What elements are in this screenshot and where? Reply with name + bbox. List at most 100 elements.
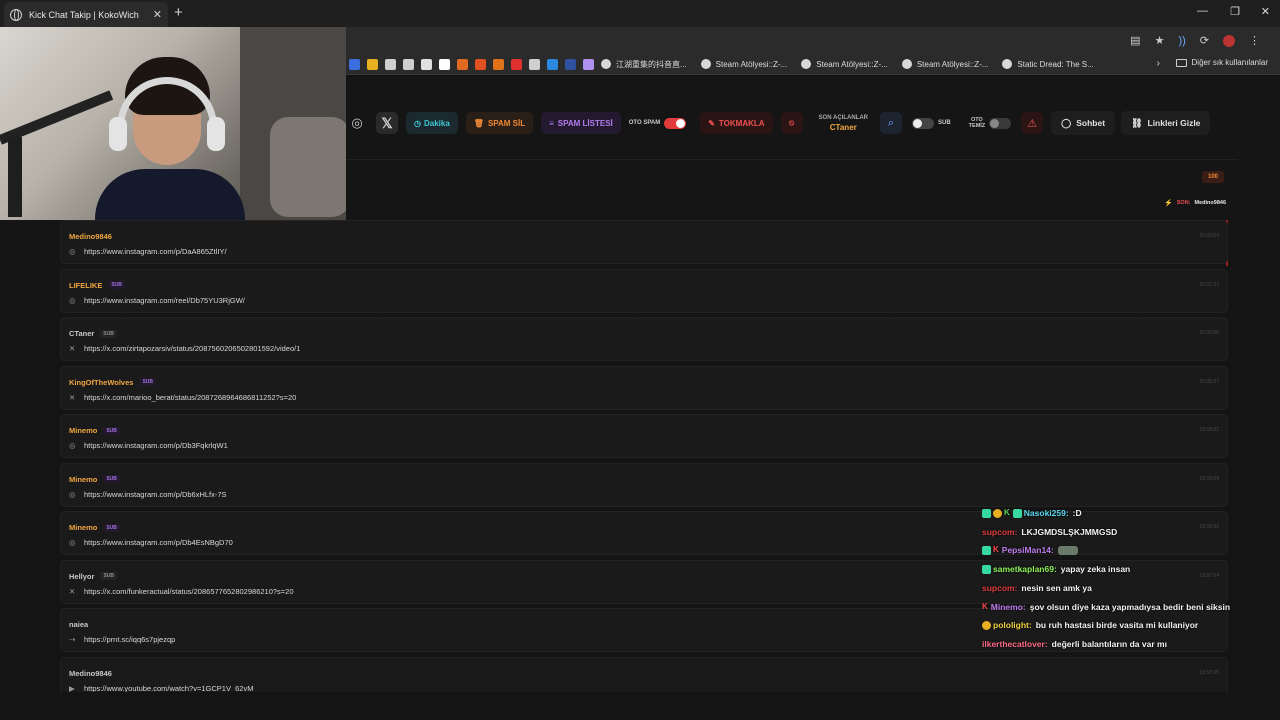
browser-menu-icon[interactable]: ⋮ xyxy=(1249,34,1260,47)
bookmark-favicon-icon[interactable] xyxy=(475,58,486,70)
bookmark-favicon-icon[interactable] xyxy=(349,58,360,70)
new-tab-button[interactable]: + xyxy=(174,4,183,21)
steam-icon xyxy=(801,59,812,69)
link-row[interactable]: Minemo SUB ◎ https://www.instagram.com/p/Db… xyxy=(60,414,1228,458)
bookmark-label: Static Dread: The S... xyxy=(1017,59,1094,69)
oto-spam-toggle[interactable] xyxy=(664,117,687,129)
bookmark-favicon-icon[interactable] xyxy=(529,58,540,70)
search-button[interactable]: ⌕ xyxy=(880,112,902,134)
link-username[interactable]: Minemo xyxy=(69,475,97,484)
sohbet-button[interactable]: ◯ Sohbet xyxy=(1051,111,1116,135)
link-url-row: ▶ https://www.youtube.com/watch?v=1GCP1V_… xyxy=(69,684,253,693)
instagram-icon: ◎ xyxy=(69,441,76,450)
window-close-button[interactable]: ✕ xyxy=(1261,5,1270,18)
tokmakla-settings-button[interactable]: ⦸ xyxy=(780,112,803,134)
link-username-row: Medino9846 xyxy=(69,669,112,678)
link-username[interactable]: CTaner xyxy=(69,329,94,338)
link-url[interactable]: https://www.youtube.com/watch?v=1GCP1V_6… xyxy=(84,684,253,693)
subscriber-badge-icon xyxy=(982,564,991,574)
bookmark-favicon-icon[interactable] xyxy=(457,58,468,70)
bookmark-item[interactable]: Steam Atölyesi::Z-... xyxy=(901,59,988,69)
linkleri-gizle-label: Linkleri Gizle xyxy=(1147,118,1201,128)
link-url[interactable]: https://www.instagram.com/reel/Db75YU3Rj… xyxy=(84,296,245,305)
link-row[interactable]: KingOfTheWolves SUB ✕ https://x.com/marioo_… xyxy=(60,365,1228,410)
bookmark-favicon-icon[interactable] xyxy=(565,58,576,70)
sub-badge: SUB xyxy=(103,426,120,435)
linkleri-gizle-button[interactable]: ⛓ Linkleri Gizle xyxy=(1121,111,1211,135)
bookmark-item[interactable]: 江湖重集的抖音直... xyxy=(601,59,687,70)
bookmark-favicon-icon[interactable] xyxy=(385,58,396,70)
link-url[interactable]: https://x.com/marioo_berat/status/208726… xyxy=(84,393,296,402)
refresh-icon[interactable]: ⟳ xyxy=(1200,34,1209,47)
bookmark-favicon-icon[interactable] xyxy=(583,58,594,70)
other-bookmarks-folder[interactable]: Diğer sık kullanılanlar xyxy=(1175,58,1268,67)
browser-tab[interactable]: Kick Chat Takip | KokoWich ✕ xyxy=(4,2,168,27)
profile-avatar[interactable] xyxy=(1223,34,1235,47)
link-row[interactable]: LIFELIKE SUB ◎ https://www.instagram.com/re… xyxy=(60,268,1228,313)
bookmark-favicon-icon[interactable] xyxy=(439,58,450,70)
bookmarks-more-chevron-icon[interactable]: › xyxy=(1157,58,1160,69)
link-username[interactable]: naiea xyxy=(69,620,88,629)
steam-icon xyxy=(901,59,912,69)
sub-badge: SUB xyxy=(108,281,125,289)
minimize-button[interactable]: — xyxy=(1197,5,1208,17)
bookmark-favicon-icon[interactable] xyxy=(421,58,432,70)
link-username-row: LIFELIKE SUB xyxy=(69,281,125,290)
instagram-filter-icon[interactable]: ◎ xyxy=(346,112,368,134)
maximize-button[interactable]: ❐ xyxy=(1230,5,1240,18)
bookmark-favicon-icon[interactable] xyxy=(493,58,504,70)
link-url-row: ⇢ https://prnt.sc/iqq6s7pjezqp xyxy=(69,635,175,644)
tab-close-icon[interactable]: ✕ xyxy=(153,8,162,21)
reader-mode-icon[interactable]: ▤ xyxy=(1130,34,1140,47)
sub-badge: SUB xyxy=(103,523,120,532)
steam-icon xyxy=(700,59,711,69)
link-username[interactable]: KingOfTheWolves xyxy=(69,378,133,387)
link-url[interactable]: https://x.com/zirtapozarsiv/status/20875… xyxy=(84,344,300,353)
link-row[interactable]: Medino9846 ▶ https://www.youtube.com/watch… xyxy=(60,656,1228,693)
bookmark-item[interactable]: Static Dread: The S... xyxy=(1002,59,1094,69)
bookmark-favicon-icon[interactable] xyxy=(511,58,522,70)
link-username[interactable]: Minemo xyxy=(69,523,97,532)
x-filter-icon[interactable]: 𝕏 xyxy=(376,112,398,134)
link-url[interactable]: https://www.instagram.com/p/Db3FqkrlqW1 xyxy=(84,441,228,450)
sub-badge: SUB xyxy=(139,378,157,386)
link-username[interactable]: Medino9846 xyxy=(69,232,112,241)
oto-temiz-toggle[interactable] xyxy=(989,117,1012,129)
link-username[interactable]: Medino9846 xyxy=(69,669,112,678)
browser-titlebar: Kick Chat Takip | KokoWich ✕ + — ❐ ✕ xyxy=(0,0,1280,27)
link-url[interactable]: https://prnt.sc/iqq6s7pjezqp xyxy=(84,635,175,644)
favorite-star-icon[interactable]: ★ xyxy=(1155,34,1165,47)
link-username[interactable]: LIFELIKE xyxy=(69,281,102,290)
tokmakla-button[interactable]: ✎ TOKMAKLA xyxy=(700,112,773,134)
link-url[interactable]: https://www.instagram.com/p/Db4EsNBgD70 xyxy=(84,538,233,547)
spam-listesi-button[interactable]: ≡ SPAM LİSTESİ xyxy=(541,112,621,134)
link-url[interactable]: https://x.com/funkeractual/status/208657… xyxy=(84,587,294,596)
link-row[interactable]: Minemo SUB ◎ https://www.instagram.com/p/Db… xyxy=(60,462,1228,507)
dakika-button[interactable]: ◷ Dakika xyxy=(406,112,458,134)
spam-sil-label: SPAM SİL xyxy=(487,118,526,128)
warning-button[interactable]: ⚠ xyxy=(1021,112,1044,134)
sub-toggle[interactable] xyxy=(912,117,934,129)
bolt-icon: ⚡ xyxy=(1164,200,1173,207)
subscriber-badge-icon xyxy=(982,546,991,556)
read-aloud-icon[interactable]: )) xyxy=(1178,35,1185,47)
chat-message: supcom: LKJGMDSLŞKJMMGSD xyxy=(982,523,1280,542)
chat-username: PepsiMan14: xyxy=(1001,545,1054,556)
last-user-value: Medino9846 xyxy=(1194,200,1226,206)
link-url[interactable]: https://www.instagram.com/p/DaA865ZtlIY/ xyxy=(84,247,227,256)
link-username[interactable]: Hellyor xyxy=(69,572,94,581)
chat-text: :D xyxy=(1072,508,1082,518)
link-url-row: ✕ https://x.com/zirtapozarsiv/status/2087… xyxy=(69,344,300,353)
bookmark-favicon-icon[interactable] xyxy=(547,58,558,70)
link-username[interactable]: Minemo xyxy=(69,426,97,435)
link-row[interactable]: Medino9846 ◎ https://www.instagram.com/p/D… xyxy=(60,220,1228,264)
spam-sil-button[interactable]: 🗑 SPAM SİL xyxy=(465,112,534,134)
bookmark-favicon-icon[interactable] xyxy=(403,58,414,70)
link-url[interactable]: https://www.instagram.com/p/Db6xHLfx-7S xyxy=(84,490,227,499)
bookmark-item[interactable]: Steam Atölyesi::Z-... xyxy=(700,59,787,69)
link-row[interactable]: CTaner SUB ✕ https://x.com/zirtapozarsiv/st… xyxy=(60,317,1228,361)
emote-icon xyxy=(1057,546,1078,556)
chat-username: supcom: xyxy=(982,526,1018,537)
bookmark-item[interactable]: Steam Atölyesi::Z-... xyxy=(801,59,888,69)
bookmark-favicon-icon[interactable] xyxy=(367,58,378,70)
